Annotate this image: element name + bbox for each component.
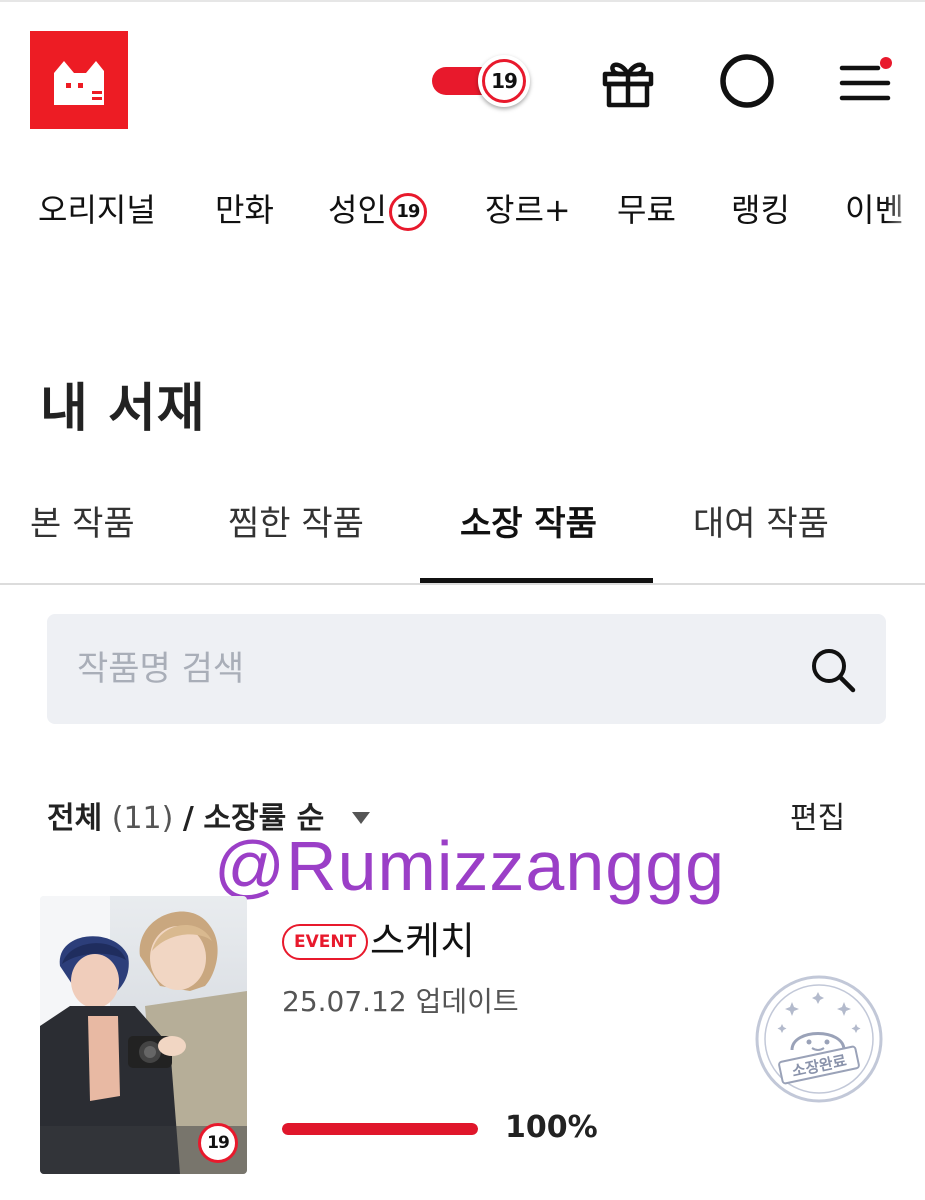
nav-item-original[interactable]: 오리지널 [38,183,156,237]
adult-19-label: 19 [482,59,526,103]
search-icon[interactable] [808,645,858,695]
progress-fill [282,1123,478,1135]
book-cover[interactable]: 19 [40,896,247,1174]
top-divider [0,0,925,2]
book-update-date: 25.07.12 업데이트 [282,985,519,1018]
search-bar [47,614,886,724]
ownership-progress-bar [282,1123,478,1135]
cat-logo-icon [30,31,128,129]
tab-rented[interactable]: 대여 작품 [693,495,829,553]
menu-icon[interactable] [838,54,894,108]
nav-fade-overlay [885,183,925,239]
adult-19-badge: 19 [198,1123,238,1163]
filter-separator: / [182,801,194,836]
circle-icon[interactable] [718,52,776,110]
adult-19-badge: 19 [388,193,427,231]
search-input[interactable] [77,644,777,694]
nav-item-genre-plus[interactable]: 장르+ [485,183,571,237]
tabs-divider [0,583,925,585]
tab-wishlist[interactable]: 찜한 작품 [228,495,364,553]
nav-item-ranking[interactable]: 랭킹 [731,183,790,237]
filter-count: (11) [111,801,174,836]
filter-scope: 전체 [47,801,103,836]
list-item[interactable]: 19 EVENT 스케치 25.07.12 업데이트 100% 소장완료 [40,896,925,1176]
owned-complete-stamp-icon: 소장완료 [752,972,886,1106]
progress-percent: 100% [505,1110,598,1145]
category-nav: 오리지널 만화 성인 19 장르+ 무료 랭킹 이벤 [0,183,925,239]
page-title: 내 서재 [40,379,206,439]
caret-down-icon [351,812,370,824]
library-tabs: 본 작품 찜한 작품 소장 작품 대여 작품 [0,495,925,583]
edit-button[interactable]: 편집 [790,793,845,837]
notification-dot [880,57,892,69]
cat-logo[interactable] [30,31,128,129]
nav-item-comic[interactable]: 만화 [215,183,274,237]
toggle-knob: 19 [478,55,530,107]
event-badge: EVENT [282,924,369,960]
watermark-text: @Rumizzanggg [214,827,726,905]
nav-item-adult[interactable]: 성인 19 [328,183,427,237]
tab-viewed[interactable]: 본 작품 [30,495,135,553]
tab-owned[interactable]: 소장 작품 [460,495,597,553]
adult-content-toggle[interactable]: 19 [430,55,532,107]
gift-icon[interactable] [600,54,656,110]
nav-item-free[interactable]: 무료 [617,183,676,237]
book-title[interactable]: 스케치 [370,910,475,965]
